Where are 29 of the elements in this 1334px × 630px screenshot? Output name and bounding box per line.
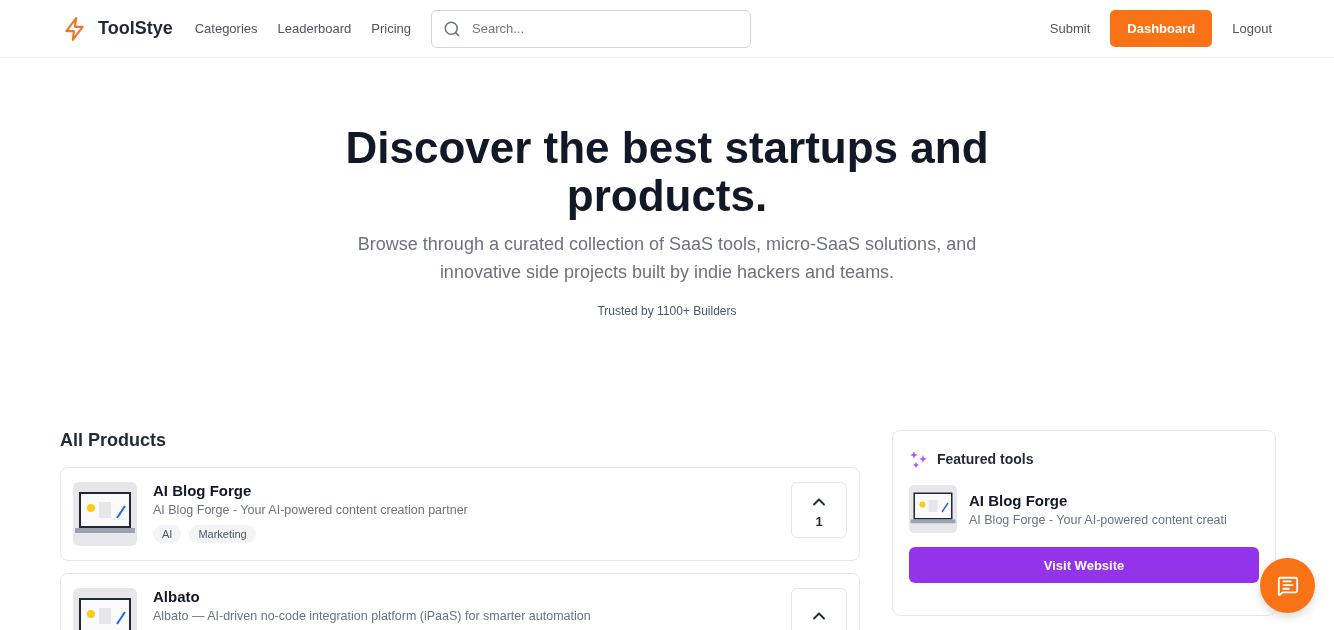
trust-text: Trusted by 1100+ Builders (597, 304, 737, 318)
tool-description: AI Blog Forge - Your AI-powered content creati (969, 512, 1228, 527)
nav-link[interactable]: Leaderboard (277, 21, 352, 36)
nav-link[interactable]: Pricing (371, 21, 412, 36)
product-name: AI Blog Forge (153, 482, 253, 499)
product-description: AI Blog Forge - Your AI-powered content creation partner (153, 503, 469, 517)
logo-text[interactable]: ToolStye (98, 18, 173, 39)
chat-icon (1276, 574, 1299, 597)
product-card[interactable]: AI Blog Forge AI Blog Forge - Your AI-powered content creation partner AI Marketing 1 (60, 467, 860, 561)
upvote-button[interactable]: 1 (791, 482, 847, 538)
product-card[interactable]: Albato Albato — AI-driven no-code integration platform (iPaaS) for smarter automation (60, 573, 860, 630)
nav-link[interactable]: Submit (1049, 21, 1091, 36)
hero-title: Discover the best startups and products. (344, 124, 990, 220)
nav-link[interactable]: Logout (1232, 21, 1272, 36)
panel-title: Featured tools (937, 451, 1034, 467)
search-field[interactable]: Search... (431, 9, 752, 48)
tag[interactable]: Marketing (189, 525, 256, 543)
nav-link[interactable]: Categories (194, 21, 258, 36)
hero-subtitle: Browse through a curated collection of SaaS tools, micro-SaaS solutions, and innovative side projects built by indie hackers and teams. (356, 233, 978, 284)
sparkles-icon (909, 449, 929, 469)
product-description: Albato — AI-driven no-code integration platform (iPaaS) for smarter automation (153, 609, 592, 623)
vote-count: 1 (815, 513, 823, 529)
visit-website-button[interactable]: Visit Website (909, 547, 1259, 583)
search-icon (443, 19, 462, 38)
section-title: All Products (60, 430, 167, 451)
product-name: Albato (153, 588, 201, 605)
tool-name: AI Blog Forge (969, 491, 1069, 509)
chat-button[interactable] (1260, 558, 1315, 613)
tag[interactable]: AI (153, 525, 182, 543)
